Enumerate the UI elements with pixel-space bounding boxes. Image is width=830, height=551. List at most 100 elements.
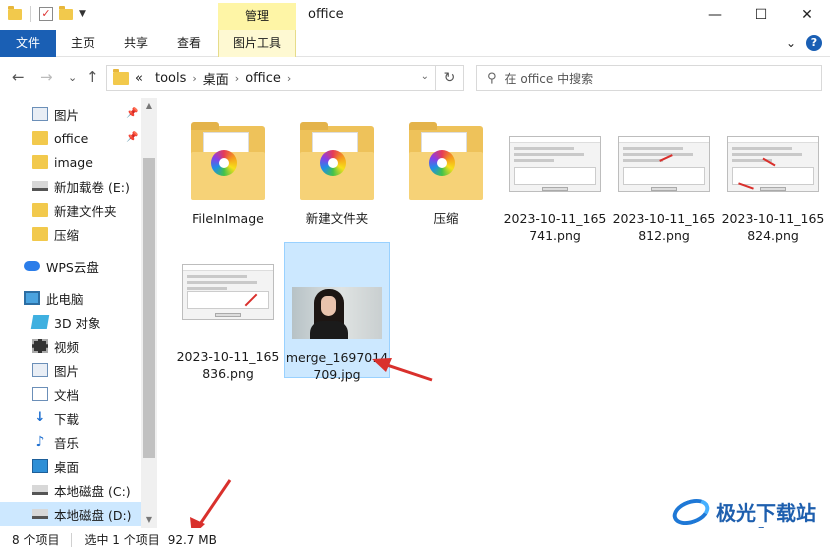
sidebar-item-label: office [54,130,89,146]
breadcrumb-tools[interactable]: tools [155,71,186,86]
tab-view[interactable]: 查看 [168,30,210,57]
sidebar-item-label: 下载 [54,411,80,427]
minimize-button[interactable]: — [692,0,738,30]
sidebar-item-new-folder[interactable]: 新建文件夹 [32,198,140,222]
context-tab-manage[interactable]: 管理 [218,3,296,30]
sidebar-item-image[interactable]: image [32,150,140,174]
sidebar-item-drive-d[interactable]: 本地磁盘 (D:) [0,502,141,526]
3d-objects-icon [30,315,50,329]
scrollbar-thumb[interactable] [143,158,155,458]
sidebar-item-office[interactable]: office [32,126,140,150]
sidebar-item-label: 本地磁盘 (D:) [54,507,132,523]
title-bar: ✓ ▼ 管理 office — ☐ ✕ [0,0,830,30]
image-thumbnail [727,136,819,192]
tab-file[interactable]: 文件 [0,30,56,57]
file-item-merge-jpg[interactable]: merge_1697014 709.jpg [284,242,390,382]
sidebar-item-label: 音乐 [54,435,80,451]
sidebar-item-this-pc[interactable]: 此电脑 [24,286,140,310]
file-item-png-824[interactable]: 2023-10-11_165 824.png [721,104,825,243]
sidebar-item-label: 此电脑 [46,291,84,307]
scroll-down-icon[interactable]: ▼ [141,512,157,528]
sidebar-item-desktop[interactable]: 桌面 [32,454,140,478]
new-folder-icon[interactable] [59,5,73,20]
sidebar-item-label: 文档 [54,387,80,403]
file-item-png-812[interactable]: 2023-10-11_165 812.png [612,104,716,243]
close-button[interactable]: ✕ [784,0,830,30]
forward-arrow-icon[interactable]: → [40,68,53,86]
search-icon: ⚲ [487,70,497,86]
pin-icon[interactable]: 📌 [126,108,138,119]
sidebar-item-music[interactable]: ♪ 音乐 [32,430,140,454]
drive-icon [32,509,48,519]
sidebar-item-3d-objects[interactable]: 3D 对象 [30,310,140,334]
file-name: merge_1697014 709.jpg [285,350,389,382]
sidebar-item-compress[interactable]: 压缩 [32,222,140,246]
selection-count: 选中 1 个项目 [84,533,160,547]
tab-home[interactable]: 主页 [62,30,104,57]
divider [30,6,31,22]
item-count: 8 个项目 [12,533,60,547]
ribbon-expand-chevron-icon[interactable]: ⌄ [786,36,796,50]
file-item-compress[interactable]: 压缩 [394,104,498,240]
image-thumbnail [618,136,710,192]
folder-icon [32,131,48,145]
video-icon [32,339,48,353]
breadcrumb-desktop[interactable]: 桌面 [203,69,229,88]
folder-thumbnail-icon [191,122,265,202]
file-item-png-836[interactable]: 2023-10-11_165 836.png [176,242,280,381]
ribbon-right-controls: ⌄ ? [786,35,822,51]
drive-icon [32,485,48,495]
breadcrumb-office[interactable]: office [245,71,281,86]
folder-icon [32,203,48,217]
sidebar-item-downloads[interactable]: ↓ 下载 [32,406,140,430]
watermark-logo: 极光下载站 [669,493,816,530]
sidebar-item-wps-cloud[interactable]: WPS云盘 [24,254,140,278]
sidebar-item-drive-e[interactable]: 新加载卷 (E:) [32,174,140,198]
pin-icon[interactable]: 📌 [126,132,138,143]
divider [71,532,73,547]
window-title: office [308,7,344,22]
help-icon[interactable]: ? [806,35,822,51]
file-name: 2023-10-11_165 824.png [721,211,825,243]
image-thumbnail [182,264,274,320]
file-name: 2023-10-11_165 812.png [612,211,716,243]
maximize-button[interactable]: ☐ [738,0,784,30]
pictures-icon [32,363,48,377]
file-view: FileInImage 新建文件夹 压缩 2023-10-11_165 741. [158,98,830,528]
file-item-fileinimage[interactable]: FileInImage [176,104,280,240]
recent-locations-chevron-icon[interactable]: ⌄ [68,71,77,84]
file-name: 2023-10-11_165 741.png [503,211,607,243]
sidebar-item-pictures[interactable]: 图片 [32,358,140,382]
folder-icon[interactable] [8,5,22,20]
file-item-png-741[interactable]: 2023-10-11_165 741.png [503,104,607,243]
sidebar-item-label: 桌面 [54,459,80,475]
sidebar-scrollbar[interactable]: ▲ ▼ [141,98,157,528]
tab-share[interactable]: 共享 [115,30,157,57]
search-box[interactable]: ⚲ 在 office 中搜索 [476,65,822,91]
sidebar-item-videos[interactable]: 视频 [32,334,140,358]
address-bar[interactable]: « tools › 桌面 › office › ⌄ ↻ [106,65,464,91]
quick-access-toolbar: ✓ ▼ [8,5,86,22]
desktop-icon [32,459,48,473]
pictures-icon [32,107,48,121]
sidebar-item-label: 视频 [54,339,80,355]
back-arrow-icon[interactable]: ← [12,68,25,86]
search-input[interactable]: 在 office 中搜索 [505,70,594,87]
address-folder-icon [113,68,129,85]
documents-icon [32,387,48,401]
up-arrow-icon[interactable]: ↑ [86,68,99,86]
navigation-bar: ← → ⌄ ↑ « tools › 桌面 › office › ⌄ ↻ ⚲ 在 … [0,58,830,98]
photo-thumbnail [292,287,382,339]
address-overflow[interactable]: « [135,71,143,86]
tab-picture-tools[interactable]: 图片工具 [218,30,296,57]
file-item-new-folder[interactable]: 新建文件夹 [285,104,389,240]
downloads-icon: ↓ [34,410,46,425]
customize-toolbar-icon[interactable]: ▼ [79,9,86,19]
address-history-chevron-icon[interactable]: ⌄ [421,71,429,82]
refresh-icon[interactable]: ↻ [435,65,463,91]
properties-icon[interactable]: ✓ [39,7,53,21]
scroll-up-icon[interactable]: ▲ [141,98,157,114]
sidebar-item-documents[interactable]: 文档 [32,382,140,406]
sidebar-item-drive-c[interactable]: 本地磁盘 (C:) [32,478,140,502]
sidebar-item-pictures-quick[interactable]: 图片 [32,102,140,126]
